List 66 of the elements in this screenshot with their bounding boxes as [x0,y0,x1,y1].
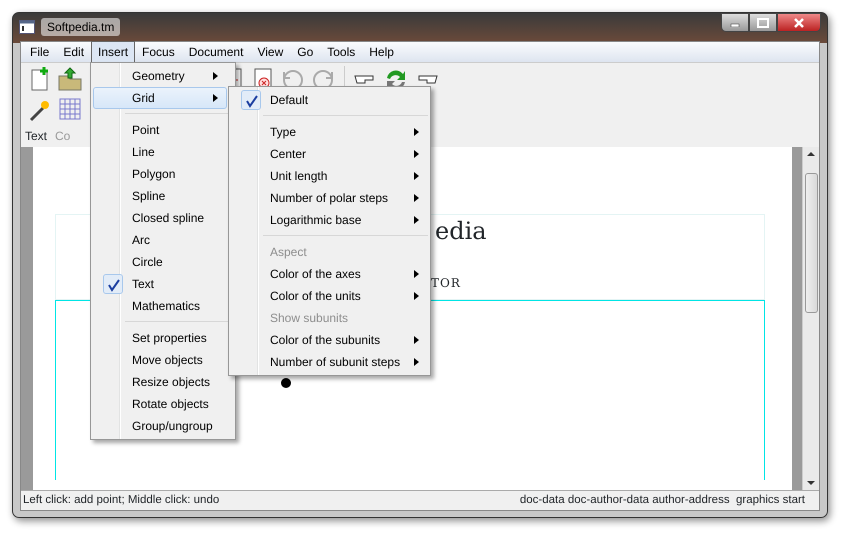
menu-item[interactable]: Insert [91,41,136,63]
menu-item[interactable]: Unit length [231,165,428,187]
menu-item[interactable]: Line [93,141,227,163]
menu-item[interactable]: Spline [93,185,227,207]
menu-item[interactable]: Center [231,143,428,165]
menu-item[interactable]: Polygon [93,163,227,185]
menu-item[interactable]: Document [182,41,250,63]
menu-item[interactable]: Number of polar steps [231,187,428,209]
vertical-scrollbar[interactable] [802,147,819,490]
menu-item[interactable]: Logarithmic base [231,209,428,231]
submenu-arrow-icon [414,358,419,366]
menu-item[interactable]: Group/ungroup [93,415,227,437]
submenu-arrow-icon [414,216,419,224]
checkmark-icon [241,90,261,110]
submenu-arrow-icon [414,336,419,344]
menu-item[interactable]: Point [93,119,227,141]
submenu-arrow-icon [414,194,419,202]
status-context: doc-data doc-author-data author-address graphics start [520,492,805,508]
menu-item[interactable]: Grid [93,87,227,109]
document-title: edia [435,216,487,247]
maximize-icon [757,18,769,28]
menu-item[interactable]: Edit [56,41,92,63]
menu-item[interactable]: Default [231,89,428,111]
menu-item[interactable]: Type [231,121,428,143]
minimize-button[interactable] [721,13,749,32]
menu-item[interactable]: Mathematics [93,295,227,317]
document-subtitle: TOR [431,275,461,292]
submenu-arrow-icon [414,270,419,278]
menu-item[interactable]: Resize objects [93,371,227,393]
app-icon [19,20,35,34]
menu-item[interactable]: Help [362,41,401,63]
submenu-arrow-icon [414,172,419,180]
submenu-arrow-icon [414,150,419,158]
menu-item[interactable]: Closed spline [93,207,227,229]
submenu-arrow-icon [414,128,419,136]
menu-item[interactable]: Move objects [93,349,227,371]
submenu-arrow-icon [213,94,218,102]
open-folder-icon[interactable] [57,66,83,92]
menu-item[interactable]: Focus [135,41,182,63]
menu-item[interactable]: Circle [93,251,227,273]
menu-item[interactable]: Rotate objects [93,393,227,415]
close-icon [793,18,805,28]
point-marker [281,378,291,388]
status-message: Left click: add point; Middle click: undo [23,492,220,508]
menu-item[interactable]: Number of subunit steps [231,351,428,373]
menu-item[interactable]: Geometry [93,65,227,87]
menu-item[interactable]: Text [93,273,227,295]
maximize-button[interactable] [749,13,777,32]
menu-item[interactable]: Color of the subunits [231,329,428,351]
menu-item[interactable]: Set properties [93,327,227,349]
menu-item[interactable]: View [250,41,290,63]
scroll-up-icon [807,151,815,157]
menu-item[interactable]: Color of the axes [231,263,428,285]
menu-item[interactable]: Color of the units [231,285,428,307]
checkmark-icon [103,274,123,294]
menu-item[interactable]: Tools [320,41,362,63]
scrollbar-thumb[interactable] [804,173,818,313]
submenu-arrow-icon [414,292,419,300]
close-button[interactable] [777,13,821,32]
mode-tab[interactable]: Text [25,127,48,145]
window-title: Softpedia.tm [41,18,120,36]
menu-item[interactable]: Arc [93,229,227,251]
submenu-arrow-icon [213,72,218,80]
menu-item[interactable]: File [23,41,56,63]
menu-item[interactable]: Go [290,41,320,63]
scroll-down-icon [807,480,815,486]
